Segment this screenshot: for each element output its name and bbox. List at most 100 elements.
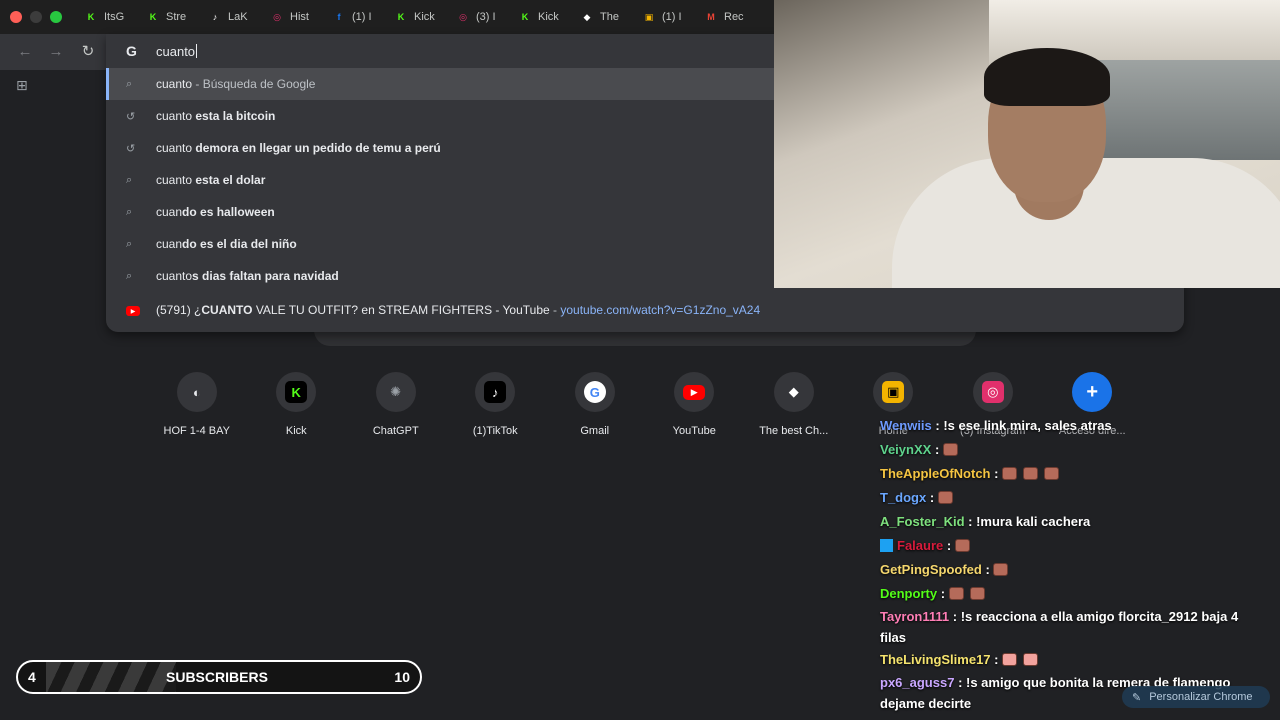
suggestion-completion: do es halloween (182, 205, 275, 219)
facebook-icon: f (337, 12, 341, 22)
webcam-video (774, 0, 1280, 288)
apps-grid-icon[interactable]: ⊞ (16, 77, 28, 94)
chat-username[interactable]: A_Foster_Kid (880, 514, 965, 529)
kick-icon: K (149, 12, 157, 22)
suggestion-prefix: cuanto (156, 109, 193, 123)
goal-progress-fill (46, 662, 176, 692)
chat-message: Falaure : (880, 534, 1260, 558)
tab[interactable]: K Kick (506, 0, 568, 34)
shortcut-tile[interactable]: ◆ The best Ch... (744, 372, 844, 437)
pencil-icon: ✎ (1132, 691, 1142, 704)
address-input[interactable]: cuanto (156, 44, 195, 59)
youtube-icon: ▶ (683, 384, 706, 400)
chat-username[interactable]: Denporty (880, 586, 937, 601)
history-icon: ↺ (126, 142, 136, 155)
search-icon: ⌕ (126, 173, 133, 186)
google-icon: G (126, 43, 137, 59)
shortcut-icon-circle: K (276, 372, 317, 412)
chat-username[interactable]: VeiynXX (880, 442, 931, 457)
tab[interactable]: ♪ LaK (196, 0, 258, 34)
forward-icon[interactable]: → (46, 42, 66, 62)
tab[interactable]: K Kick (382, 0, 444, 34)
tab-label: LaK (228, 11, 248, 23)
chat-message: GetPingSpoofed : (880, 558, 1260, 582)
chat-text: : (940, 586, 946, 601)
shortcut-tile[interactable]: ◐ HOF 1-4 BAY (147, 372, 247, 437)
close-window-button[interactable] (10, 11, 22, 23)
tab[interactable]: f (1) I (320, 0, 382, 34)
chat-message: Tayron1111 : !s reacciona a ella amigo f… (880, 606, 1260, 648)
history-result[interactable]: ▶ (5791) ¿CUANTO VALE TU OUTFIT? en STRE… (106, 294, 1184, 326)
chat-username[interactable]: GetPingSpoofed (880, 562, 982, 577)
chat-text: : (929, 490, 935, 505)
tab[interactable]: ◆ The (568, 0, 630, 34)
kick-icon: K (285, 381, 308, 403)
chat-emote-icon (942, 443, 958, 456)
shortcut-tile[interactable]: ✺ ChatGPT (346, 372, 446, 437)
suggestion-prefix: cuanto (156, 141, 193, 155)
chat-username[interactable]: px6_aguss7 (880, 675, 954, 690)
maximize-window-button[interactable] (50, 11, 62, 23)
tab-label: (1) I (352, 11, 372, 23)
chat-username[interactable]: TheAppleOfNotch (880, 466, 991, 481)
shortcut-label: The best Ch... (759, 425, 829, 437)
shortcut-icon-circle: ♪ (475, 372, 516, 412)
customize-chrome-button[interactable]: ✎ Personalizar Chrome (1122, 686, 1270, 708)
reload-icon[interactable]: ↻ (78, 42, 98, 62)
minimize-window-button[interactable] (30, 11, 42, 23)
tab-label: Hist (290, 11, 309, 23)
tab-label: The (600, 11, 619, 23)
chat-message: Wenwiis : !s ese link mira, sales atras (880, 414, 1260, 438)
tab[interactable]: ▣ (1) I (630, 0, 692, 34)
chat-emote-icon (1023, 467, 1039, 480)
suggestion-completion: esta el dolar (192, 173, 266, 187)
history-icon: ↺ (126, 110, 136, 123)
separator: - (549, 303, 561, 317)
chat-emote-icon (1044, 467, 1060, 480)
shortcut-tile[interactable]: ♪ (1)TikTok (446, 372, 546, 437)
tab-label: ItsG (104, 11, 125, 23)
instagram-icon: ◎ (273, 11, 281, 22)
tab-label: (3) I (476, 11, 496, 23)
history-result-url: youtube.com/watch?v=G1zZno_vA24 (560, 303, 761, 317)
suggestion-prefix: cuanto (156, 269, 193, 283)
chat-emote-icon (969, 587, 985, 600)
chat-message: TheAppleOfNotch : (880, 462, 1260, 486)
chat-text: : (994, 652, 999, 667)
shortcut-label: YouTube (672, 425, 716, 437)
tiktok-icon: ♪ (212, 12, 218, 22)
tab[interactable]: ◎ (3) I (444, 0, 506, 34)
subscriber-goal: 10 (394, 669, 410, 685)
chat-badge-icon (880, 539, 893, 552)
back-icon[interactable]: ← (15, 42, 35, 62)
suggestion-completion: do es el dia del niño (182, 237, 297, 251)
window-controls (0, 11, 62, 23)
chat-username[interactable]: T_dogx (880, 490, 926, 505)
chat-text: : (934, 442, 940, 457)
tab[interactable]: ◎ Hist (258, 0, 320, 34)
chat-username[interactable]: Tayron1111 (880, 609, 949, 624)
tab[interactable]: K ItsG (72, 0, 134, 34)
chat-username[interactable]: TheLivingSlime17 (880, 652, 991, 667)
history-result-title: (5791) ¿CUANTO VALE TU OUTFIT? en STREAM… (156, 303, 550, 317)
shortcut-tile[interactable]: G Gmail (545, 372, 645, 437)
shortcut-tile[interactable]: ▶ YouTube (645, 372, 745, 437)
clapper-icon: ▣ (644, 11, 654, 22)
tab[interactable]: K Stre (134, 0, 196, 34)
chat-text: : !mura kali cachera (968, 514, 1091, 529)
search-icon: ⌕ (126, 205, 133, 218)
chat-username[interactable]: Falaure (897, 538, 943, 553)
youtube-icon: ▶ (126, 304, 156, 317)
tab-label: Kick (538, 11, 559, 23)
instagram-icon: ◎ (981, 381, 1004, 403)
chat-message: T_dogx : (880, 486, 1260, 510)
chat-username[interactable]: Wenwiis (880, 418, 932, 433)
shortcut-tile[interactable]: K Kick (247, 372, 347, 437)
chat-emote-icon (1002, 467, 1018, 480)
subscriber-count: 4 (28, 669, 36, 685)
subscriber-label: SUBSCRIBERS (166, 669, 268, 685)
tab[interactable]: M Rec (692, 0, 754, 34)
search-icon: ⌕ (126, 237, 133, 250)
suggestion-prefix: cuan (156, 237, 183, 251)
tab-label: Stre (166, 11, 187, 23)
